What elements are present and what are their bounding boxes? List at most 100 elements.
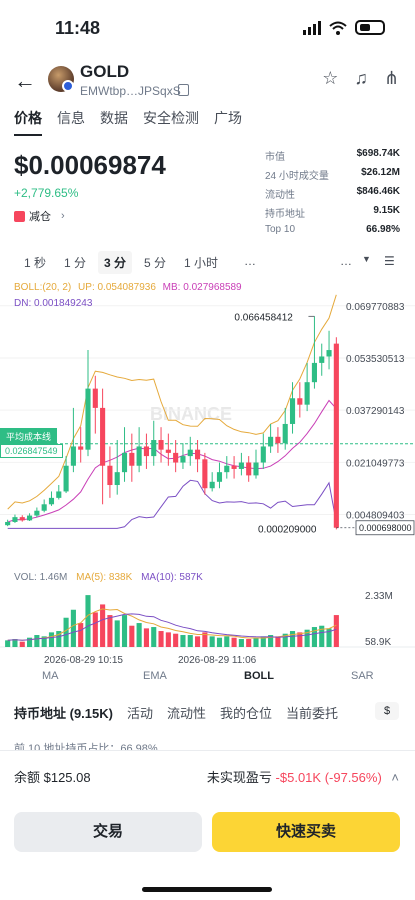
candle-body [311,362,317,383]
tab-activity[interactable]: 活动 [127,703,153,722]
tab-price[interactable]: 价格 [14,108,42,136]
star-icon[interactable]: ☆ [322,68,338,89]
volume-bar [180,635,186,647]
candle-body [121,452,128,473]
candle-body [114,472,120,486]
share-icon[interactable]: ⋔ [384,68,399,89]
y-axis-tick: 0.021049773 [346,458,405,469]
back-arrow-icon[interactable]: ← [14,68,36,94]
y-axis-tick: 0.069770883 [346,302,405,313]
reduce-position-link[interactable]: 减仓 › [14,208,65,224]
cellular-signal-icon [303,20,321,35]
balance: 余额 $125.08 [14,770,91,785]
tab-my-position[interactable]: 我的仓位 [220,703,272,722]
holder-tabs: 持币地址 (9.15K) 活动 流动性 我的仓位 当前委托 [14,703,404,722]
candle-body [268,436,274,447]
volume-bar [48,632,55,647]
stat-value: 66.98% [366,224,400,235]
volume-bar [253,637,259,647]
candle-body [187,449,193,457]
interval-1m[interactable]: 1 分 [64,254,86,271]
volume-bar [289,631,296,647]
indicator-ema[interactable]: EMA [143,670,167,682]
candle-body [173,452,179,463]
tab-info[interactable]: 信息 [57,108,85,136]
candle-body [63,465,69,492]
volume-bar [151,627,157,647]
unrealized-pnl: 未实现盈亏 -$5.01K (-97.56%) ˄ [207,767,399,786]
candle-body [165,449,171,453]
volume-bar [63,617,69,647]
candle-body [260,446,266,463]
indicator-sar[interactable]: SAR [351,670,374,682]
bell-icon[interactable]: ♫ [354,68,368,89]
boll-params: BOLL:(20, 2) [14,282,72,293]
volume-bar [209,636,215,647]
chevron-right-icon: › [61,210,65,222]
boll-lower-band [7,479,337,529]
copy-icon[interactable] [178,84,189,96]
candle-body [143,446,149,457]
currency-toggle-button[interactable]: $ [375,702,399,720]
indicator-ma[interactable]: MA [42,670,59,682]
volume-axis-bottom: 58.9K [365,637,391,648]
vol-ma10: MA(10): 587K [141,572,203,583]
stat-row: 持币地址 9.15K [265,205,400,224]
main-tabs: 价格 信息 数据 安全检测 广场 [14,108,242,136]
candle-body [333,343,339,528]
stat-value: $698.74K [356,148,400,159]
battery-icon [355,20,385,35]
dropdown-icon[interactable]: ▼ [362,254,371,264]
stat-key: 流动性 [265,190,295,201]
tab-data[interactable]: 数据 [100,108,128,136]
low-label: 0.000209000 [258,524,317,535]
stat-row: Top 10 66.98% [265,224,400,243]
chain-badge-icon [62,80,74,92]
candle-body [180,456,186,463]
interval-5m[interactable]: 5 分 [144,254,166,271]
y-axis-tick: 0.037290143 [346,406,405,417]
indicator-boll[interactable]: BOLL [244,670,274,682]
volume-legend: VOL: 1.46M MA(5): 838K MA(10): 587K [14,572,203,583]
trade-button[interactable]: 交易 [14,812,202,852]
avg-cost-value: 0.026847549 [0,444,63,458]
volume-bar [238,639,244,647]
tab-liquidity[interactable]: 流动性 [167,703,206,722]
chevron-up-icon[interactable]: ˄ [391,770,399,785]
x-axis-time: 2026-08-29 10:15 [44,655,123,666]
volume-bar [224,636,230,647]
interval-1h[interactable]: 1 小时 [184,254,218,271]
stat-key: 市值 [265,152,285,163]
more-options[interactable]: … [340,254,352,268]
tab-open-orders[interactable]: 当前委托 [286,703,338,722]
volume-bar [143,628,149,647]
quick-trade-button[interactable]: 快速买卖 [212,812,400,852]
stat-key: Top 10 [265,224,296,235]
interval-selector: 1 秒 1 分 3 分 5 分 1 小时 … … ▼ ☰ [14,251,404,274]
contract-address: EMWtbp…JPSqxS [80,84,181,98]
interval-3m[interactable]: 3 分 [98,251,133,274]
candle-body [92,388,98,408]
tab-security[interactable]: 安全检测 [143,108,199,136]
boll-upper-band [7,294,337,510]
more-intervals[interactable]: … [244,254,256,268]
current-price: $0.00069874 [14,150,166,180]
chart-canvas: BINANCE 0.069770883 0.053530513 0.037290143… [0,294,415,666]
home-indicator [142,887,272,892]
candle-body [12,517,18,522]
candle-body [282,423,288,444]
volume-bar [297,632,303,647]
interval-1s[interactable]: 1 秒 [24,254,46,271]
chart-settings-icon[interactable]: ☰ [384,254,395,268]
volume-bar [78,623,84,647]
stat-value: 9.15K [373,205,400,216]
candlestick-chart[interactable]: BINANCE 0.069770883 0.053530513 0.037290143… [0,280,415,700]
tab-square[interactable]: 广场 [214,108,242,136]
candle-body [70,446,76,466]
candle-body [275,436,281,444]
balance-bar[interactable]: 余额 $125.08 未实现盈亏 -$5.01K (-97.56%) ˄ [0,750,415,800]
tab-holders[interactable]: 持币地址 (9.15K) [14,703,113,722]
candle-body [253,462,259,476]
high-label: 0.066458412 [234,312,293,323]
candle-body [231,465,237,469]
